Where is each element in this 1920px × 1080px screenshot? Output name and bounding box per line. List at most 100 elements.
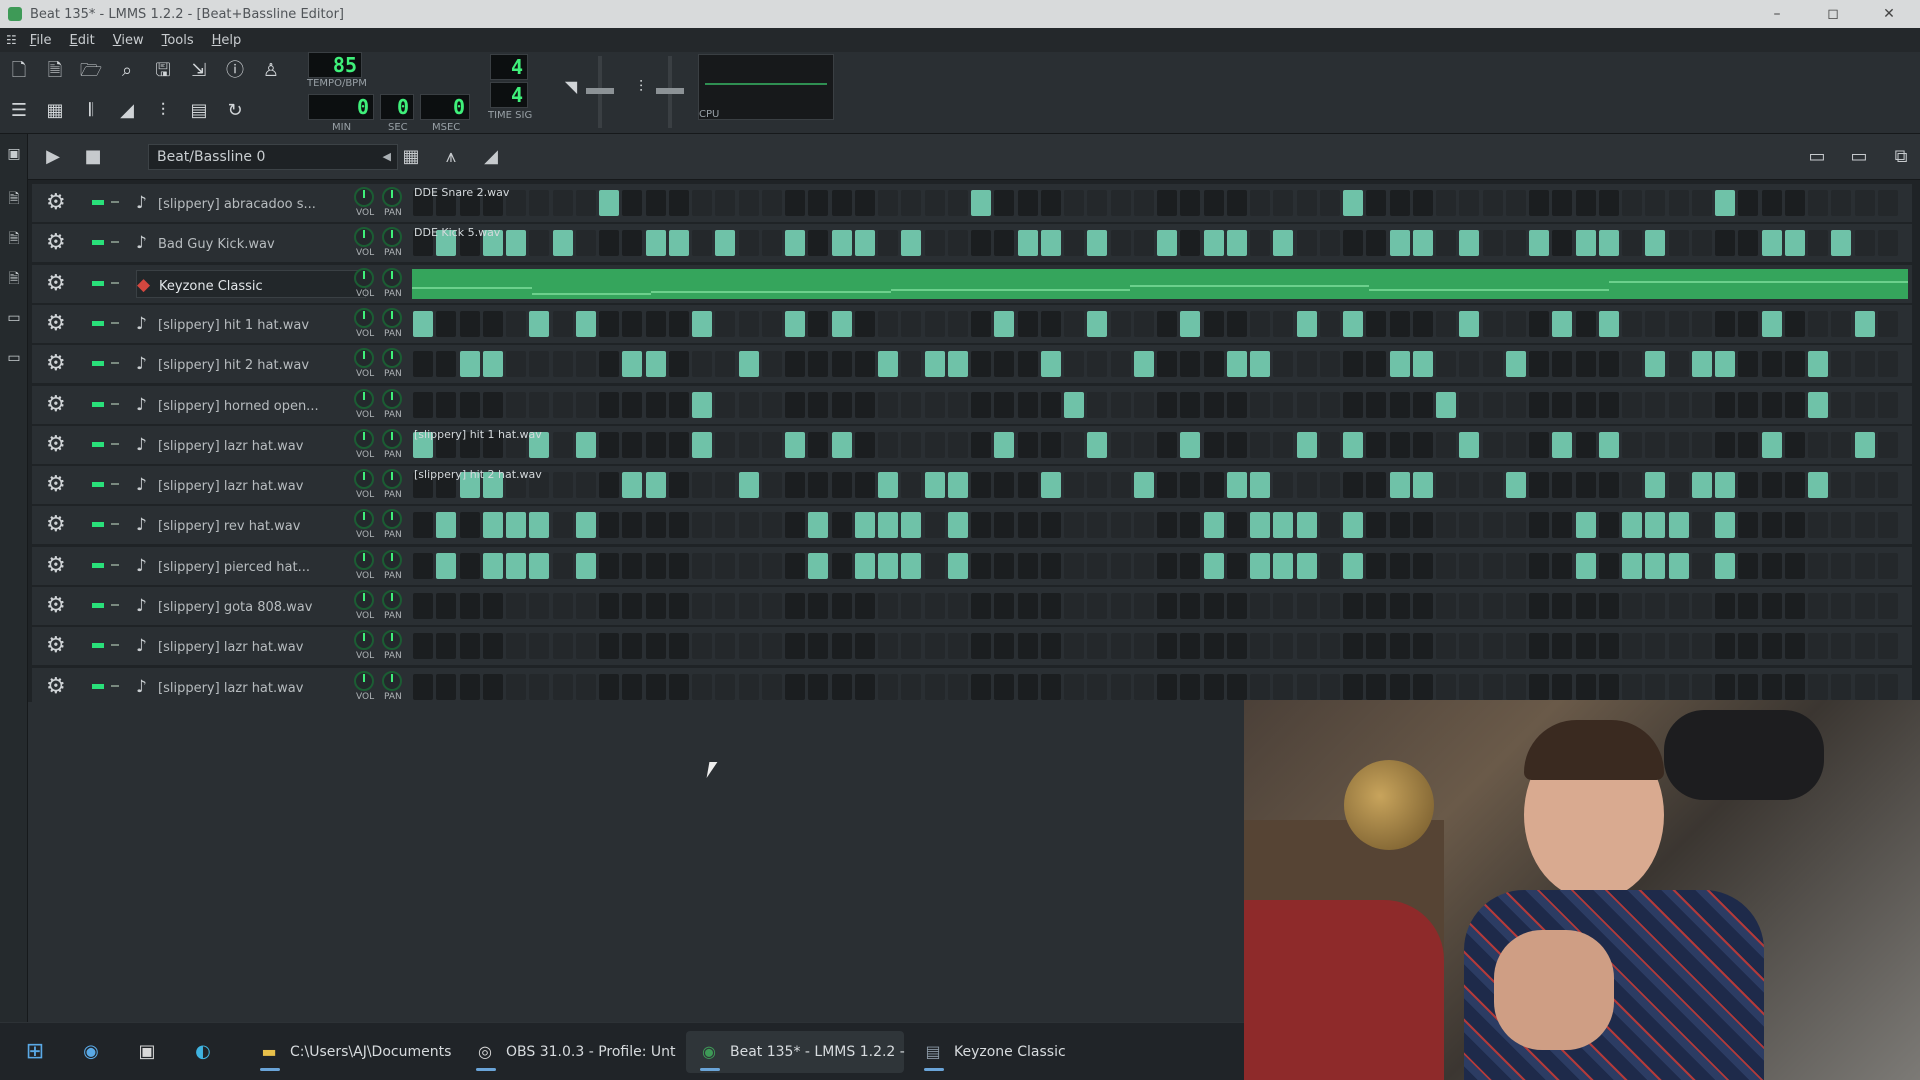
step-button[interactable]: [692, 593, 712, 619]
step-button[interactable]: [1762, 553, 1782, 579]
master-pitch-handle[interactable]: [656, 88, 684, 94]
step-button[interactable]: [1064, 351, 1084, 377]
step-button[interactable]: [1204, 593, 1224, 619]
step-button[interactable]: [1087, 432, 1107, 458]
step-button[interactable]: [925, 230, 945, 256]
step-button[interactable]: [1599, 512, 1619, 538]
step-button[interactable]: [1111, 674, 1131, 700]
step-button[interactable]: [1785, 351, 1805, 377]
step-button[interactable]: [1366, 512, 1386, 538]
step-button[interactable]: [1506, 472, 1526, 498]
step-button[interactable]: [506, 593, 526, 619]
step-button[interactable]: [1692, 633, 1712, 659]
step-button[interactable]: [1204, 633, 1224, 659]
step-button[interactable]: [1762, 190, 1782, 216]
step-button[interactable]: [553, 190, 573, 216]
step-button[interactable]: [1087, 190, 1107, 216]
step-button[interactable]: [1483, 674, 1503, 700]
step-button[interactable]: [1436, 633, 1456, 659]
step-button[interactable]: [1204, 351, 1224, 377]
step-button[interactable]: [599, 432, 619, 458]
step-button[interactable]: [1227, 432, 1247, 458]
mute-toggle[interactable]: [92, 522, 104, 527]
step-button[interactable]: [1622, 633, 1642, 659]
open-project-icon[interactable]: 🗁: [76, 56, 106, 86]
step-button[interactable]: [1855, 674, 1875, 700]
track-settings-gear-icon[interactable]: ⚙: [46, 432, 66, 457]
step-button[interactable]: [994, 311, 1014, 337]
step-button[interactable]: [1645, 674, 1665, 700]
step-button[interactable]: [971, 351, 991, 377]
step-button[interactable]: [1436, 311, 1456, 337]
step-button[interactable]: [1483, 392, 1503, 418]
step-button[interactable]: [1483, 190, 1503, 216]
step-button[interactable]: [413, 392, 433, 418]
step-button[interactable]: [1808, 512, 1828, 538]
step-button[interactable]: [1366, 593, 1386, 619]
step-button[interactable]: [1250, 311, 1270, 337]
add-sample-track-icon[interactable]: ⩚: [436, 142, 466, 172]
step-button[interactable]: [1622, 512, 1642, 538]
step-button[interactable]: [832, 432, 852, 458]
step-button[interactable]: [553, 351, 573, 377]
step-button[interactable]: [1134, 633, 1154, 659]
step-button[interactable]: [1390, 553, 1410, 579]
step-button[interactable]: [948, 190, 968, 216]
step-button[interactable]: [1529, 593, 1549, 619]
step-button[interactable]: [1087, 512, 1107, 538]
step-button[interactable]: [1436, 392, 1456, 418]
step-button[interactable]: [948, 593, 968, 619]
step-button[interactable]: [1599, 351, 1619, 377]
step-button[interactable]: [1599, 472, 1619, 498]
step-button[interactable]: [1552, 674, 1572, 700]
step-button[interactable]: [529, 674, 549, 700]
step-button[interactable]: [1250, 392, 1270, 418]
step-button[interactable]: [1762, 230, 1782, 256]
step-button[interactable]: [1297, 633, 1317, 659]
pan-knob[interactable]: [382, 187, 402, 207]
new-from-template-icon[interactable]: 🗎: [40, 56, 70, 86]
step-button[interactable]: [1808, 472, 1828, 498]
step-button[interactable]: [576, 190, 596, 216]
step-button[interactable]: [1715, 593, 1735, 619]
step-button[interactable]: [1785, 432, 1805, 458]
step-button[interactable]: [1390, 351, 1410, 377]
step-button[interactable]: [762, 392, 782, 418]
step-button[interactable]: [1134, 190, 1154, 216]
step-button[interactable]: [576, 392, 596, 418]
step-button[interactable]: [1320, 593, 1340, 619]
step-button[interactable]: [1041, 190, 1061, 216]
step-button[interactable]: [1390, 633, 1410, 659]
solo-toggle[interactable]: [111, 685, 119, 687]
step-button[interactable]: [1785, 311, 1805, 337]
step-button[interactable]: [1552, 230, 1572, 256]
step-button[interactable]: [808, 553, 828, 579]
step-button[interactable]: [1297, 351, 1317, 377]
step-button[interactable]: [1157, 230, 1177, 256]
step-button[interactable]: [762, 230, 782, 256]
step-button[interactable]: [646, 230, 666, 256]
step-button[interactable]: [1111, 593, 1131, 619]
step-button[interactable]: [483, 674, 503, 700]
step-button[interactable]: [1878, 593, 1898, 619]
step-button[interactable]: [1785, 392, 1805, 418]
step-button[interactable]: [506, 392, 526, 418]
step-button[interactable]: [1831, 432, 1851, 458]
step-button[interactable]: [1622, 190, 1642, 216]
maximize-button[interactable]: ◻: [1810, 0, 1856, 28]
step-button[interactable]: [971, 674, 991, 700]
step-button[interactable]: [669, 633, 689, 659]
step-button[interactable]: [808, 190, 828, 216]
step-button[interactable]: [1785, 674, 1805, 700]
mute-toggle[interactable]: [92, 643, 104, 648]
step-button[interactable]: [1041, 230, 1061, 256]
step-button[interactable]: [1762, 674, 1782, 700]
controller-rack-icon[interactable]: ↻: [220, 96, 250, 126]
step-button[interactable]: [715, 351, 735, 377]
step-button[interactable]: [692, 674, 712, 700]
step-button[interactable]: [1134, 311, 1154, 337]
step-button[interactable]: [901, 311, 921, 337]
step-button[interactable]: [413, 311, 433, 337]
step-button[interactable]: [1483, 512, 1503, 538]
step-button[interactable]: [1041, 633, 1061, 659]
